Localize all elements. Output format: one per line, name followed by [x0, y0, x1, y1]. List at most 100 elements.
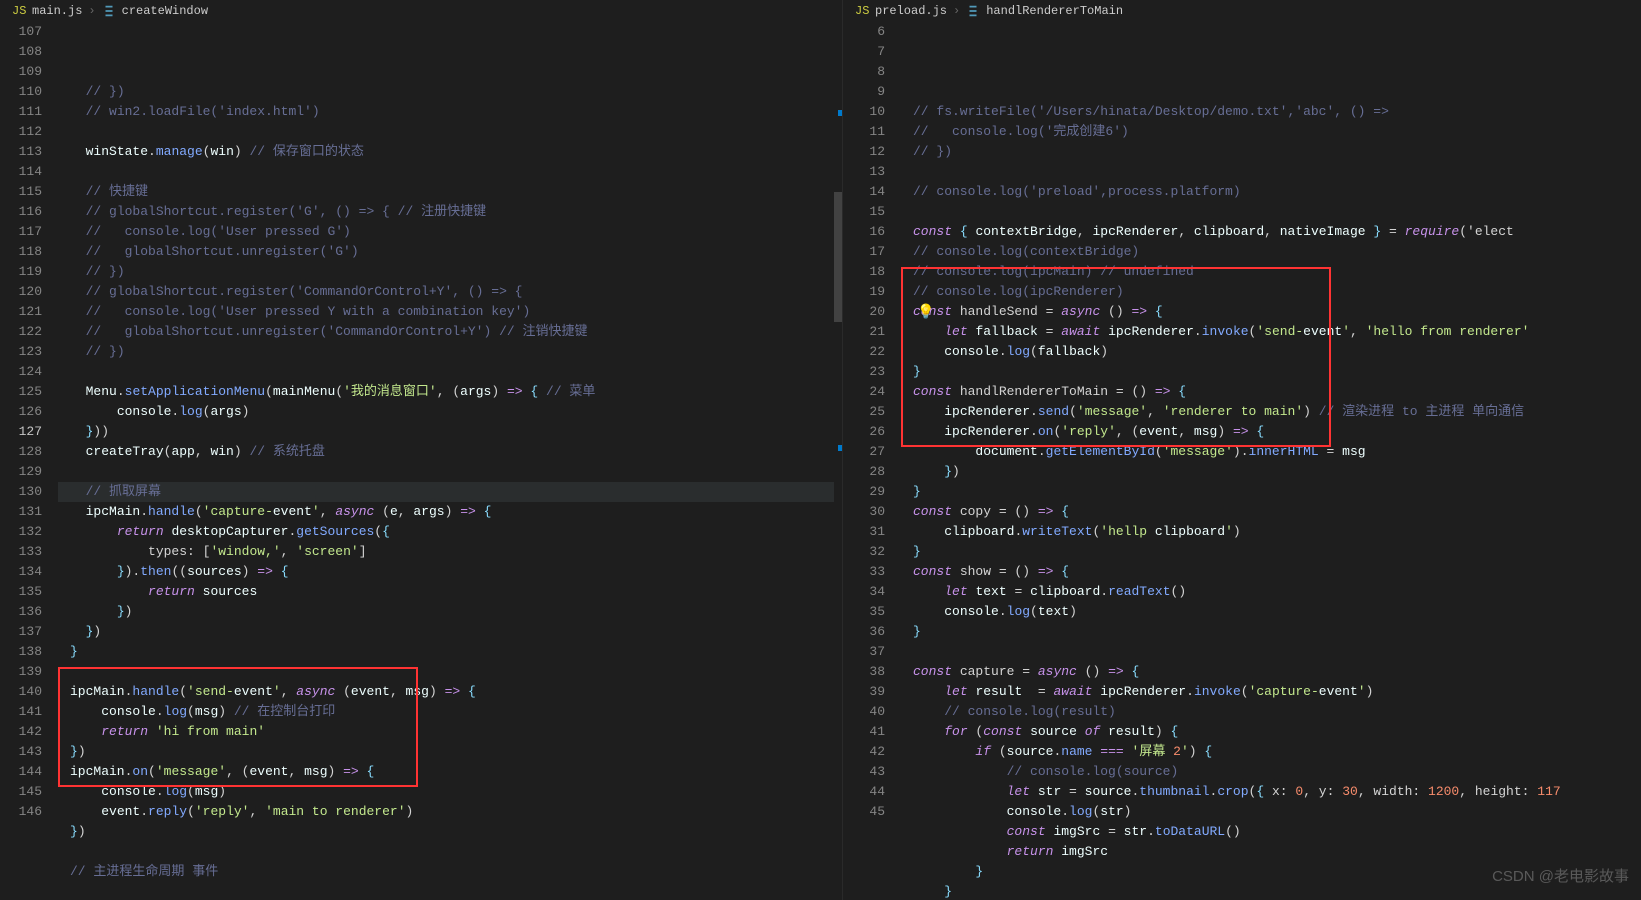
code-line[interactable]: // console.log('preload',process.platfor…	[901, 182, 1641, 202]
code-line[interactable]: })	[58, 742, 842, 762]
code-line[interactable]: console.log(text)	[901, 602, 1641, 622]
code-line[interactable]: }	[901, 542, 1641, 562]
chevron-right-icon: ›	[88, 4, 95, 18]
code-line[interactable]	[58, 462, 842, 482]
scroll-marker	[838, 110, 842, 116]
code-line[interactable]: const handleSend = async () => {	[901, 302, 1641, 322]
line-number-gutter: 6789101112131415161718192021222324252627…	[843, 22, 901, 900]
code-line[interactable]: console.log(msg)	[58, 782, 842, 802]
code-line[interactable]: Menu.setApplicationMenu(mainMenu('我的消息窗口…	[58, 382, 842, 402]
code-line[interactable]: // fs.writeFile('/Users/hinata/Desktop/d…	[901, 102, 1641, 122]
breadcrumb-file[interactable]: preload.js	[875, 4, 947, 18]
code-line[interactable]: // 主进程生命周期 事件	[58, 862, 842, 882]
code-line[interactable]: })	[58, 602, 842, 622]
code-line[interactable]: }	[901, 362, 1641, 382]
editor-pane-left: JS main.js › createWindow 10710810911011…	[0, 0, 842, 900]
code-line[interactable]: console.log(str)	[901, 802, 1641, 822]
code-line[interactable]: const copy = () => {	[901, 502, 1641, 522]
code-line[interactable]: })	[901, 462, 1641, 482]
code-line[interactable]: createTray(app, win) // 系统托盘	[58, 442, 842, 462]
line-number-gutter: 1071081091101111121131141151161171181191…	[0, 22, 58, 900]
code-line[interactable]: }	[901, 482, 1641, 502]
code-line[interactable]	[58, 162, 842, 182]
code-line[interactable]: // globalShortcut.register('CommandOrCon…	[58, 282, 842, 302]
code-line[interactable]: return desktopCapturer.getSources({	[58, 522, 842, 542]
code-line[interactable]: // 抓取屏幕	[58, 482, 842, 502]
code-line[interactable]: // console.log(result)	[901, 702, 1641, 722]
code-line[interactable]: }))	[58, 422, 842, 442]
code-line[interactable]: ipcMain.handle('send-event', async (even…	[58, 682, 842, 702]
breadcrumb-symbol[interactable]: handlRendererToMain	[986, 4, 1123, 18]
breadcrumb[interactable]: JS main.js › createWindow	[0, 0, 842, 22]
code-line[interactable]: ipcMain.on('message', (event, msg) => {	[58, 762, 842, 782]
code-line[interactable]: const { contextBridge, ipcRenderer, clip…	[901, 222, 1641, 242]
code-line[interactable]: return 'hi from main'	[58, 722, 842, 742]
code-line[interactable]: console.log(msg) // 在控制台打印	[58, 702, 842, 722]
code-line[interactable]: }).then((sources) => {	[58, 562, 842, 582]
code-line[interactable]	[901, 642, 1641, 662]
js-file-icon: JS	[12, 4, 26, 18]
code-line[interactable]	[58, 362, 842, 382]
lightbulb-icon[interactable]: 💡	[917, 303, 934, 323]
code-line[interactable]: let fallback = await ipcRenderer.invoke(…	[901, 322, 1641, 342]
code-line[interactable]	[58, 122, 842, 142]
code-line[interactable]: // globalShortcut.unregister('CommandOrC…	[58, 322, 842, 342]
code-line[interactable]: ipcRenderer.send('message', 'renderer to…	[901, 402, 1641, 422]
code-line[interactable]: let str = source.thumbnail.crop({ x: 0, …	[901, 782, 1641, 802]
code-line[interactable]: // console.log('完成创建6')	[901, 122, 1641, 142]
code-line[interactable]: // console.log(ipcRenderer)	[901, 282, 1641, 302]
code-line[interactable]: winState.manage(win) // 保存窗口的状态	[58, 142, 842, 162]
code-line[interactable]: // console.log('User pressed Y with a co…	[58, 302, 842, 322]
code-line[interactable]: // })	[58, 342, 842, 362]
code-line[interactable]: // console.log(ipcMain) // undefined	[901, 262, 1641, 282]
code-line[interactable]: let result = await ipcRenderer.invoke('c…	[901, 682, 1641, 702]
code-line[interactable]: // console.log(contextBridge)	[901, 242, 1641, 262]
code-line[interactable]: return imgSrc	[901, 842, 1641, 862]
code-line[interactable]: // })	[901, 142, 1641, 162]
code-line[interactable]: // })	[58, 262, 842, 282]
code-line[interactable]: clipboard.writeText('hellp clipboard')	[901, 522, 1641, 542]
code-line[interactable]: // console.log(source)	[901, 762, 1641, 782]
code-line[interactable]	[901, 162, 1641, 182]
code-line[interactable]: ipcRenderer.on('reply', (event, msg) => …	[901, 422, 1641, 442]
code-area[interactable]: // }) // win2.loadFile('index.html') win…	[58, 22, 842, 900]
code-line[interactable]: const handlRendererToMain = () => {	[901, 382, 1641, 402]
scroll-marker	[838, 445, 842, 451]
code-line[interactable]: const imgSrc = str.toDataURL()	[901, 822, 1641, 842]
minimap[interactable]	[834, 22, 842, 900]
watermark: CSDN @老电影故事	[1492, 865, 1629, 886]
code-line[interactable]: console.log(fallback)	[901, 342, 1641, 362]
code-line[interactable]: if (source.name === '屏幕 2') {	[901, 742, 1641, 762]
code-line[interactable]: })	[58, 822, 842, 842]
code-area[interactable]: // fs.writeFile('/Users/hinata/Desktop/d…	[901, 22, 1641, 900]
code-line[interactable]: // console.log('User pressed G')	[58, 222, 842, 242]
code-line[interactable]: const capture = async () => {	[901, 662, 1641, 682]
code-line[interactable]: types: ['window,', 'screen']	[58, 542, 842, 562]
code-line[interactable]: event.reply('reply', 'main to renderer')	[58, 802, 842, 822]
code-editor-left[interactable]: 1071081091101111121131141151161171181191…	[0, 22, 842, 900]
code-line[interactable]	[58, 842, 842, 862]
code-line[interactable]: document.getElementById('message').inner…	[901, 442, 1641, 462]
code-line[interactable]: }	[58, 642, 842, 662]
breadcrumb[interactable]: JS preload.js › handlRendererToMain	[843, 0, 1641, 22]
code-line[interactable]: // })	[58, 82, 842, 102]
code-line[interactable]	[901, 202, 1641, 222]
breadcrumb-symbol[interactable]: createWindow	[122, 4, 208, 18]
code-line[interactable]: ipcMain.handle('capture-event', async (e…	[58, 502, 842, 522]
code-line[interactable]: // globalShortcut.register('G', () => { …	[58, 202, 842, 222]
code-line[interactable]: // win2.loadFile('index.html')	[58, 102, 842, 122]
code-line[interactable]: // globalShortcut.unregister('G')	[58, 242, 842, 262]
code-line[interactable]: return sources	[58, 582, 842, 602]
code-line[interactable]	[58, 662, 842, 682]
code-line[interactable]: const show = () => {	[901, 562, 1641, 582]
js-file-icon: JS	[855, 4, 869, 18]
code-line[interactable]: console.log(args)	[58, 402, 842, 422]
code-line[interactable]: let text = clipboard.readText()	[901, 582, 1641, 602]
code-line[interactable]: })	[58, 622, 842, 642]
minimap-thumb[interactable]	[834, 192, 842, 322]
breadcrumb-file[interactable]: main.js	[32, 4, 82, 18]
code-editor-right[interactable]: 6789101112131415161718192021222324252627…	[843, 22, 1641, 900]
code-line[interactable]: // 快捷键	[58, 182, 842, 202]
code-line[interactable]: for (const source of result) {	[901, 722, 1641, 742]
code-line[interactable]: }	[901, 622, 1641, 642]
